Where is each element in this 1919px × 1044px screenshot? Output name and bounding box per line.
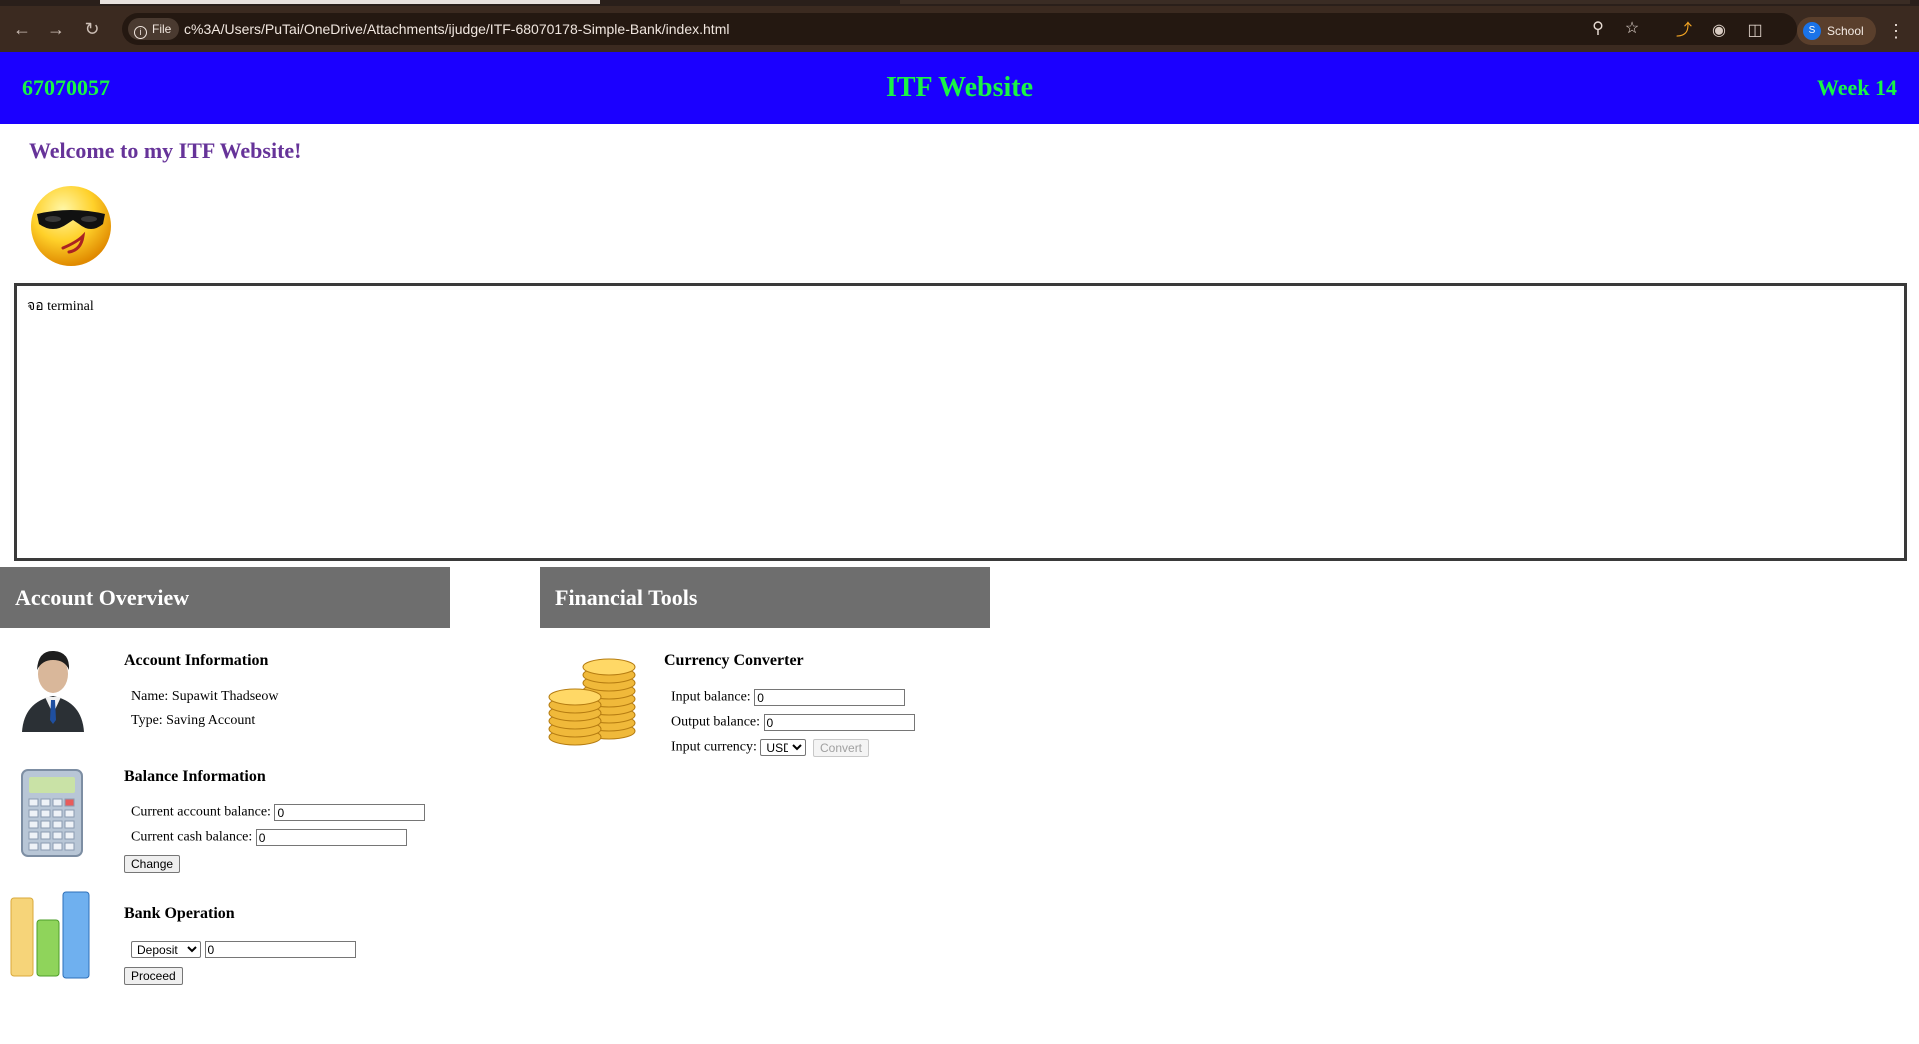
bank-operation-row: Deposit <box>131 941 356 958</box>
output-balance-row: Output balance: <box>671 714 915 731</box>
bank-operation-heading: Bank Operation <box>124 905 235 922</box>
cash-balance-label: Current cash balance: <box>131 829 253 845</box>
input-balance-row: Input balance: <box>671 689 906 706</box>
site-title: ITF Website <box>885 72 1033 103</box>
account-info-heading: Account Information <box>124 652 269 669</box>
calculator-icon <box>21 769 83 857</box>
profile-avatar: S <box>1803 22 1821 40</box>
convert-button[interactable]: Convert <box>813 739 870 757</box>
extension-icon[interactable]: ⤴ <box>1672 19 1696 43</box>
url-text[interactable]: c%3A/Users/PuTai/OneDrive/Attachments/ij… <box>184 13 729 45</box>
output-balance-label: Output balance: <box>671 714 761 730</box>
bar-chart-icon <box>10 891 90 979</box>
coins-icon <box>548 658 636 746</box>
site-info-chip[interactable]: i File <box>128 18 180 40</box>
forward-icon[interactable]: → <box>42 15 70 43</box>
cash-balance-input[interactable] <box>255 829 407 846</box>
cool-smiley-icon <box>31 186 111 266</box>
input-balance-label: Input balance: <box>671 689 751 705</box>
financial-tools-title: Financial Tools <box>555 585 698 610</box>
balance-info-heading: Balance Information <box>124 768 266 785</box>
account-balance-label: Current account balance: <box>131 804 271 820</box>
active-tab[interactable] <box>100 0 600 4</box>
cash-balance-row: Current cash balance: <box>131 829 407 846</box>
account-type: Type: Saving Account <box>131 713 256 728</box>
financial-tools-header: Financial Tools <box>540 567 990 628</box>
input-currency-label: Input currency: <box>671 739 757 755</box>
output-balance-input[interactable] <box>763 714 915 731</box>
operation-amount-input[interactable] <box>204 941 356 958</box>
student-id: 67070057 <box>22 75 110 100</box>
kebab-menu-icon[interactable]: ⋮ <box>1884 19 1908 43</box>
profile-name: School <box>1827 24 1864 38</box>
account-balance-row: Current account balance: <box>131 804 426 821</box>
account-overview-title: Account Overview <box>15 585 190 610</box>
browser-toolbar: ← → ↻ i File c%3A/Users/PuTai/OneDrive/At… <box>0 6 1919 52</box>
terminal-box: จอ terminal <box>14 283 1907 561</box>
input-balance-input[interactable] <box>754 689 906 706</box>
currency-converter-heading: Currency Converter <box>664 652 804 669</box>
site-header: ITF Website 67070057 Week 14 <box>0 52 1919 124</box>
user-icon <box>22 650 84 732</box>
change-button[interactable]: Change <box>124 855 181 873</box>
account-overview-header: Account Overview <box>0 567 450 628</box>
operation-select[interactable]: Deposit <box>131 941 201 958</box>
extensions-puzzle-icon[interactable]: ◫ <box>1743 19 1767 43</box>
info-icon: i <box>134 26 147 39</box>
account-name: Name: Supawit Thadseow <box>131 689 279 704</box>
input-currency-row: Input currency: USD <box>671 739 807 756</box>
week-label: Week 14 <box>1816 75 1897 100</box>
account-balance-input[interactable] <box>274 804 426 821</box>
zoom-icon[interactable]: ⚲ <box>1586 17 1610 41</box>
proceed-button[interactable]: Proceed <box>124 967 183 985</box>
profile-button[interactable]: S School <box>1797 17 1876 45</box>
bookmark-star-icon[interactable]: ☆ <box>1620 17 1644 41</box>
terminal-label: จอ terminal <box>27 299 94 314</box>
currency-select[interactable]: USD <box>760 739 807 756</box>
address-bar[interactable]: i File c%3A/Users/PuTai/OneDrive/Attachme… <box>122 13 1797 45</box>
welcome-heading: Welcome to my ITF Website! <box>29 138 302 163</box>
back-icon[interactable]: ← <box>8 15 36 43</box>
inactive-tab[interactable] <box>900 0 1910 4</box>
file-chip-label: File <box>152 22 172 36</box>
reload-icon[interactable]: ↻ <box>78 15 106 43</box>
camera-icon[interactable]: ◉ <box>1707 19 1731 43</box>
